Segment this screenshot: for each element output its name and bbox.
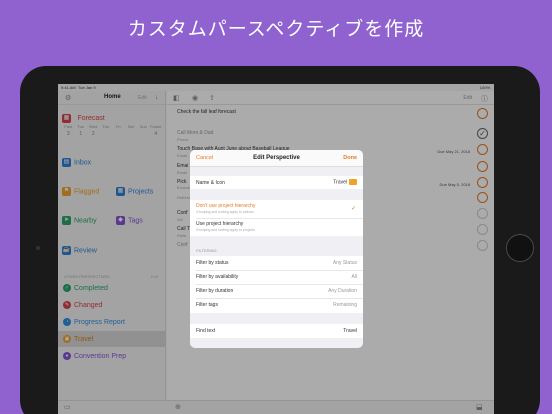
filter-value: All: [351, 274, 357, 280]
option-use-hierarchy-hint: Grouping and sorting apply to projects: [196, 228, 256, 232]
app-screen: 9:41 AM Tue Jan 9 100% ⚙ Home Edit ↓ ▦ F…: [58, 84, 494, 414]
option-no-hierarchy[interactable]: Don't use project hierarchy Grouping and…: [190, 200, 363, 218]
filter-label: Filter tags: [196, 302, 218, 308]
filter-label: Filter by duration: [196, 288, 234, 294]
edit-perspective-dialog: Cancel Edit Perspective Done Name & Icon…: [190, 150, 363, 348]
suitcase-icon: [349, 179, 357, 185]
option-no-hierarchy-hint: Grouping and sorting apply to actions: [196, 210, 254, 214]
headline: カスタムパースペクティブを作成: [127, 18, 425, 40]
name-label: Name & Icon: [196, 180, 225, 186]
filter-status-row[interactable]: Filter by status Any Status: [190, 256, 363, 270]
filter-label: Filter by availability: [196, 274, 239, 280]
filter-availability-row[interactable]: Filter by availability All: [190, 270, 363, 284]
checkmark-icon: ✓: [350, 206, 356, 212]
filtering-section-heading: FILTERING: [196, 248, 217, 253]
name-and-icon-row[interactable]: Name & Icon Travel: [190, 176, 363, 189]
find-text-value[interactable]: Travel: [343, 328, 357, 334]
dialog-title: Edit Perspective: [253, 155, 300, 161]
option-no-hierarchy-label: Don't use project hierarchy: [196, 203, 256, 209]
name-value-wrap: Travel: [333, 179, 357, 185]
option-use-hierarchy-label: Use project hierarchy: [196, 221, 244, 227]
filter-value: Any Duration: [328, 288, 357, 294]
name-value: Travel: [333, 179, 347, 186]
camera: [36, 246, 40, 250]
hierarchy-options: Don't use project hierarchy Grouping and…: [190, 200, 363, 236]
option-use-hierarchy[interactable]: Use project hierarchy Grouping and sorti…: [190, 218, 363, 236]
dialog-header: Cancel Edit Perspective Done: [190, 150, 363, 167]
filter-tags-row[interactable]: Filter tags Remaining: [190, 298, 363, 313]
filter-value: Any Status: [332, 260, 357, 266]
filter-label: Filter by status: [196, 260, 229, 266]
filter-duration-row[interactable]: Filter by duration Any Duration: [190, 284, 363, 298]
done-button[interactable]: Done: [343, 155, 357, 161]
filter-value: Remaining: [333, 302, 357, 308]
filter-list: Filter by status Any Status Filter by av…: [190, 256, 363, 313]
home-button[interactable]: [506, 234, 534, 262]
find-text-label: Find text: [196, 328, 216, 334]
find-text-row[interactable]: Find text Travel: [190, 324, 363, 338]
